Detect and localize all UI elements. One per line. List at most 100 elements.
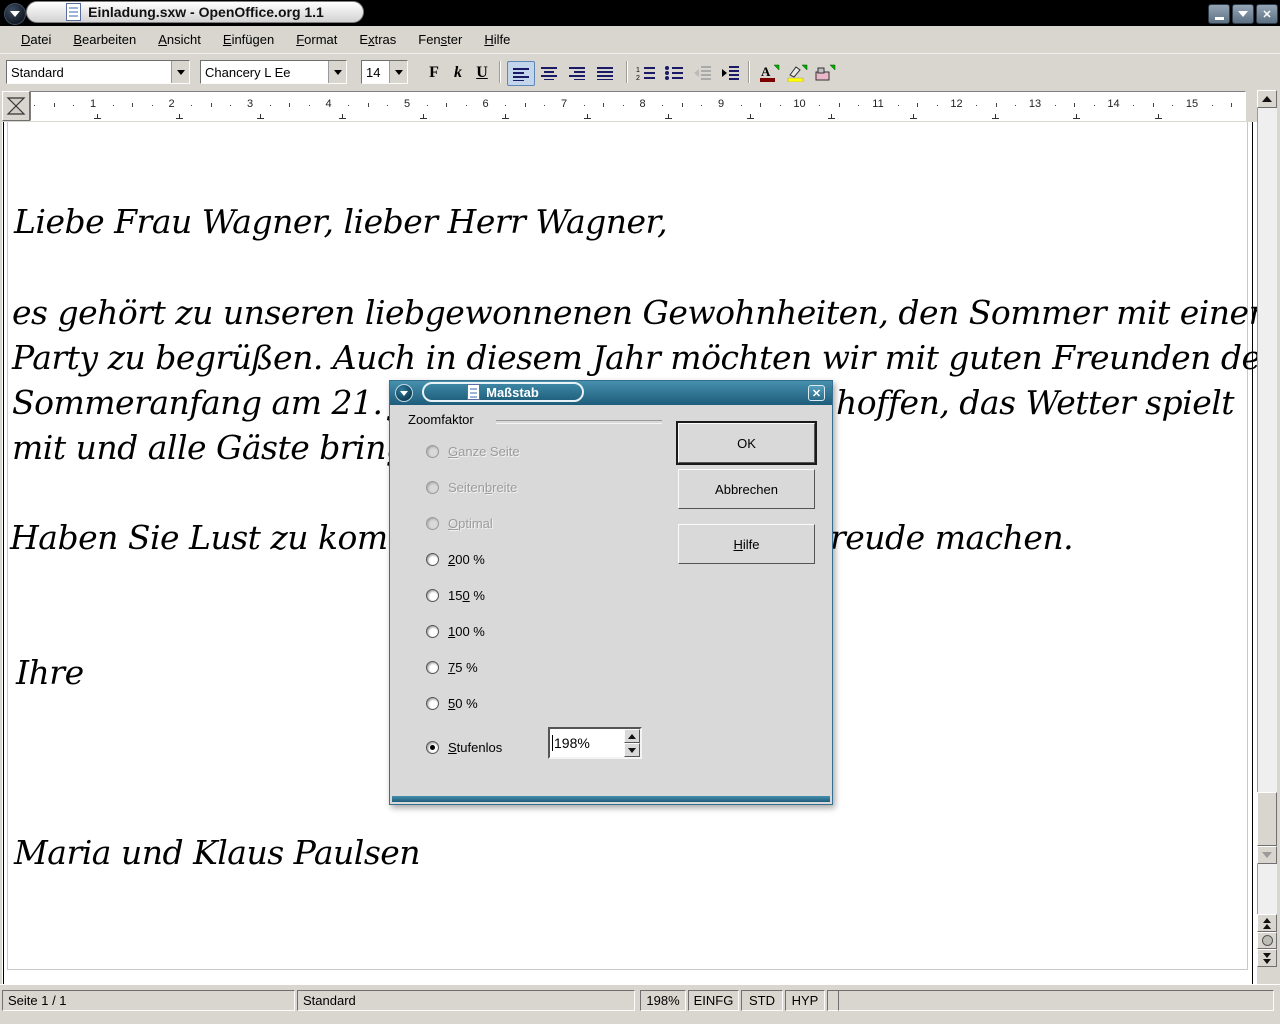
ruler-tick (682, 103, 683, 107)
dialog-close-button[interactable]: ✕ (808, 385, 825, 401)
menu-datei[interactable]: Datei (10, 28, 62, 51)
chevron-down-icon (395, 70, 403, 75)
zoom-value: 198% (554, 735, 590, 751)
paragraph-style-combo[interactable]: Standard (6, 60, 190, 84)
radio-200[interactable]: 200 % (426, 551, 485, 567)
double-arrow-up-icon (1263, 918, 1271, 929)
ruler-number: 8 (639, 98, 645, 110)
minimize-button[interactable] (1208, 4, 1230, 24)
status-selection-mode[interactable]: STD (741, 990, 783, 1011)
style-dropdown-button[interactable] (171, 61, 189, 83)
radio-ganzeseite: Ganze Seite (426, 443, 520, 459)
align-center-button[interactable] (536, 61, 562, 84)
menu-ansicht[interactable]: Ansicht (147, 28, 212, 51)
font-size-combo[interactable]: 14 (361, 60, 408, 84)
status-page[interactable]: Seite 1 / 1 (2, 990, 295, 1011)
ruler-tick (741, 105, 742, 106)
menu-extras[interactable]: Extras (348, 28, 407, 51)
bullet-list-icon (664, 65, 684, 81)
maximize-icon (1238, 11, 1248, 17)
menu-einfgen[interactable]: Einfügen (212, 28, 285, 51)
radio-label: Optimal (448, 516, 493, 531)
ruler-tick (662, 105, 663, 106)
decrease-indent-button[interactable] (689, 61, 715, 84)
help-button[interactable]: Hilfe (678, 524, 815, 564)
size-dropdown-button[interactable] (389, 61, 407, 83)
radio-button-icon[interactable] (426, 553, 439, 566)
zoom-value-spinfield[interactable]: 198% (548, 727, 642, 759)
radio-optimal: Optimal (426, 515, 493, 531)
font-name-combo[interactable]: Chancery L Ee (200, 60, 347, 84)
ruler-tick (387, 105, 388, 106)
spin-up-button[interactable] (624, 729, 640, 743)
align-right-button[interactable] (564, 61, 590, 84)
radio-stufenlos[interactable]: Stufenlos (426, 739, 502, 755)
status-zoom[interactable]: 198% (640, 990, 686, 1011)
scroll-down-button[interactable] (1257, 846, 1277, 864)
status-insert-mode[interactable]: EINFG (688, 990, 739, 1011)
increase-indent-button[interactable] (717, 61, 743, 84)
radio-100[interactable]: 100 % (426, 623, 485, 639)
background-color-button[interactable] (812, 61, 838, 84)
dialog-menu-button[interactable] (395, 384, 413, 402)
align-left-button[interactable] (507, 61, 535, 86)
window-title-pill: Einladung.sxw - OpenOffice.org 1.1 (26, 1, 364, 23)
radio-50[interactable]: 50 % (426, 695, 478, 711)
dialog-bottom-grip[interactable] (392, 796, 830, 802)
default-tabstop-marker (420, 114, 427, 119)
navigation-button[interactable] (1257, 932, 1277, 949)
arrow-up-icon (628, 734, 636, 739)
radio-150[interactable]: 150 % (426, 587, 485, 603)
radio-seitenbreite: Seitenbreite (426, 479, 517, 495)
menu-format[interactable]: Format (285, 28, 348, 51)
horizontal-ruler[interactable]: 123456789101112131415 (30, 91, 1246, 121)
highlighting-icon (786, 64, 808, 82)
ruler-tick (525, 103, 526, 107)
font-dropdown-button[interactable] (328, 61, 346, 83)
ruler-number: 1 (90, 98, 96, 110)
highlighting-button[interactable] (784, 61, 810, 84)
font-color-icon: A (758, 64, 780, 82)
spin-down-button[interactable] (624, 743, 640, 757)
close-button[interactable]: ✕ (1256, 4, 1278, 24)
default-tabstop-marker (1155, 114, 1162, 119)
radio-button-icon[interactable] (426, 589, 439, 602)
document-text-line: Party zu begrüßen. Auch in diesem Jahr m… (12, 338, 1257, 377)
underline-button[interactable]: U (470, 61, 494, 84)
maximize-button[interactable] (1232, 4, 1254, 24)
ruler-tick (54, 103, 55, 107)
radio-75[interactable]: 75 % (426, 659, 478, 675)
ruler-number: 12 (950, 98, 962, 110)
status-hyperlink-mode[interactable]: HYP (785, 990, 825, 1011)
window-menu-button[interactable] (4, 3, 26, 25)
align-justify-button[interactable] (592, 61, 618, 84)
toolbar-separator (499, 61, 500, 83)
menu-fenster[interactable]: Fenster (407, 28, 473, 51)
dialog-titlebar[interactable]: Maßstab ✕ (390, 381, 832, 405)
ruler-tick (858, 105, 859, 106)
ruler-number: 4 (325, 98, 331, 110)
status-bar: Seite 1 / 1 Standard 198% EINFG STD HYP (0, 984, 1280, 1018)
bullet-list-button[interactable] (661, 61, 687, 84)
menu-bearbeiten[interactable]: Bearbeiten (62, 28, 147, 51)
next-page-button[interactable] (1257, 949, 1277, 967)
ruler-number: 7 (561, 98, 567, 110)
cancel-button[interactable]: Abbrechen (678, 469, 815, 509)
numbered-list-button[interactable]: 12 (633, 61, 659, 84)
radio-button-icon[interactable] (426, 625, 439, 638)
ruler-tick (113, 105, 114, 106)
previous-page-button[interactable] (1257, 914, 1277, 932)
scroll-up-button[interactable] (1257, 90, 1277, 108)
document-text-line: mit und alle Gäste bringen (12, 428, 446, 467)
menu-hilfe[interactable]: Hilfe (473, 28, 521, 51)
radio-button-icon[interactable] (426, 741, 439, 754)
status-page-style[interactable]: Standard (297, 990, 635, 1011)
scrollbar-thumb[interactable] (1257, 792, 1277, 846)
ok-button[interactable]: OK (678, 423, 815, 463)
radio-button-icon[interactable] (426, 697, 439, 710)
bold-button[interactable]: F (422, 61, 446, 84)
italic-button[interactable]: k (446, 61, 470, 84)
radio-button-icon[interactable] (426, 661, 439, 674)
font-color-button[interactable]: A (756, 61, 782, 84)
tab-type-selector[interactable] (2, 91, 30, 121)
